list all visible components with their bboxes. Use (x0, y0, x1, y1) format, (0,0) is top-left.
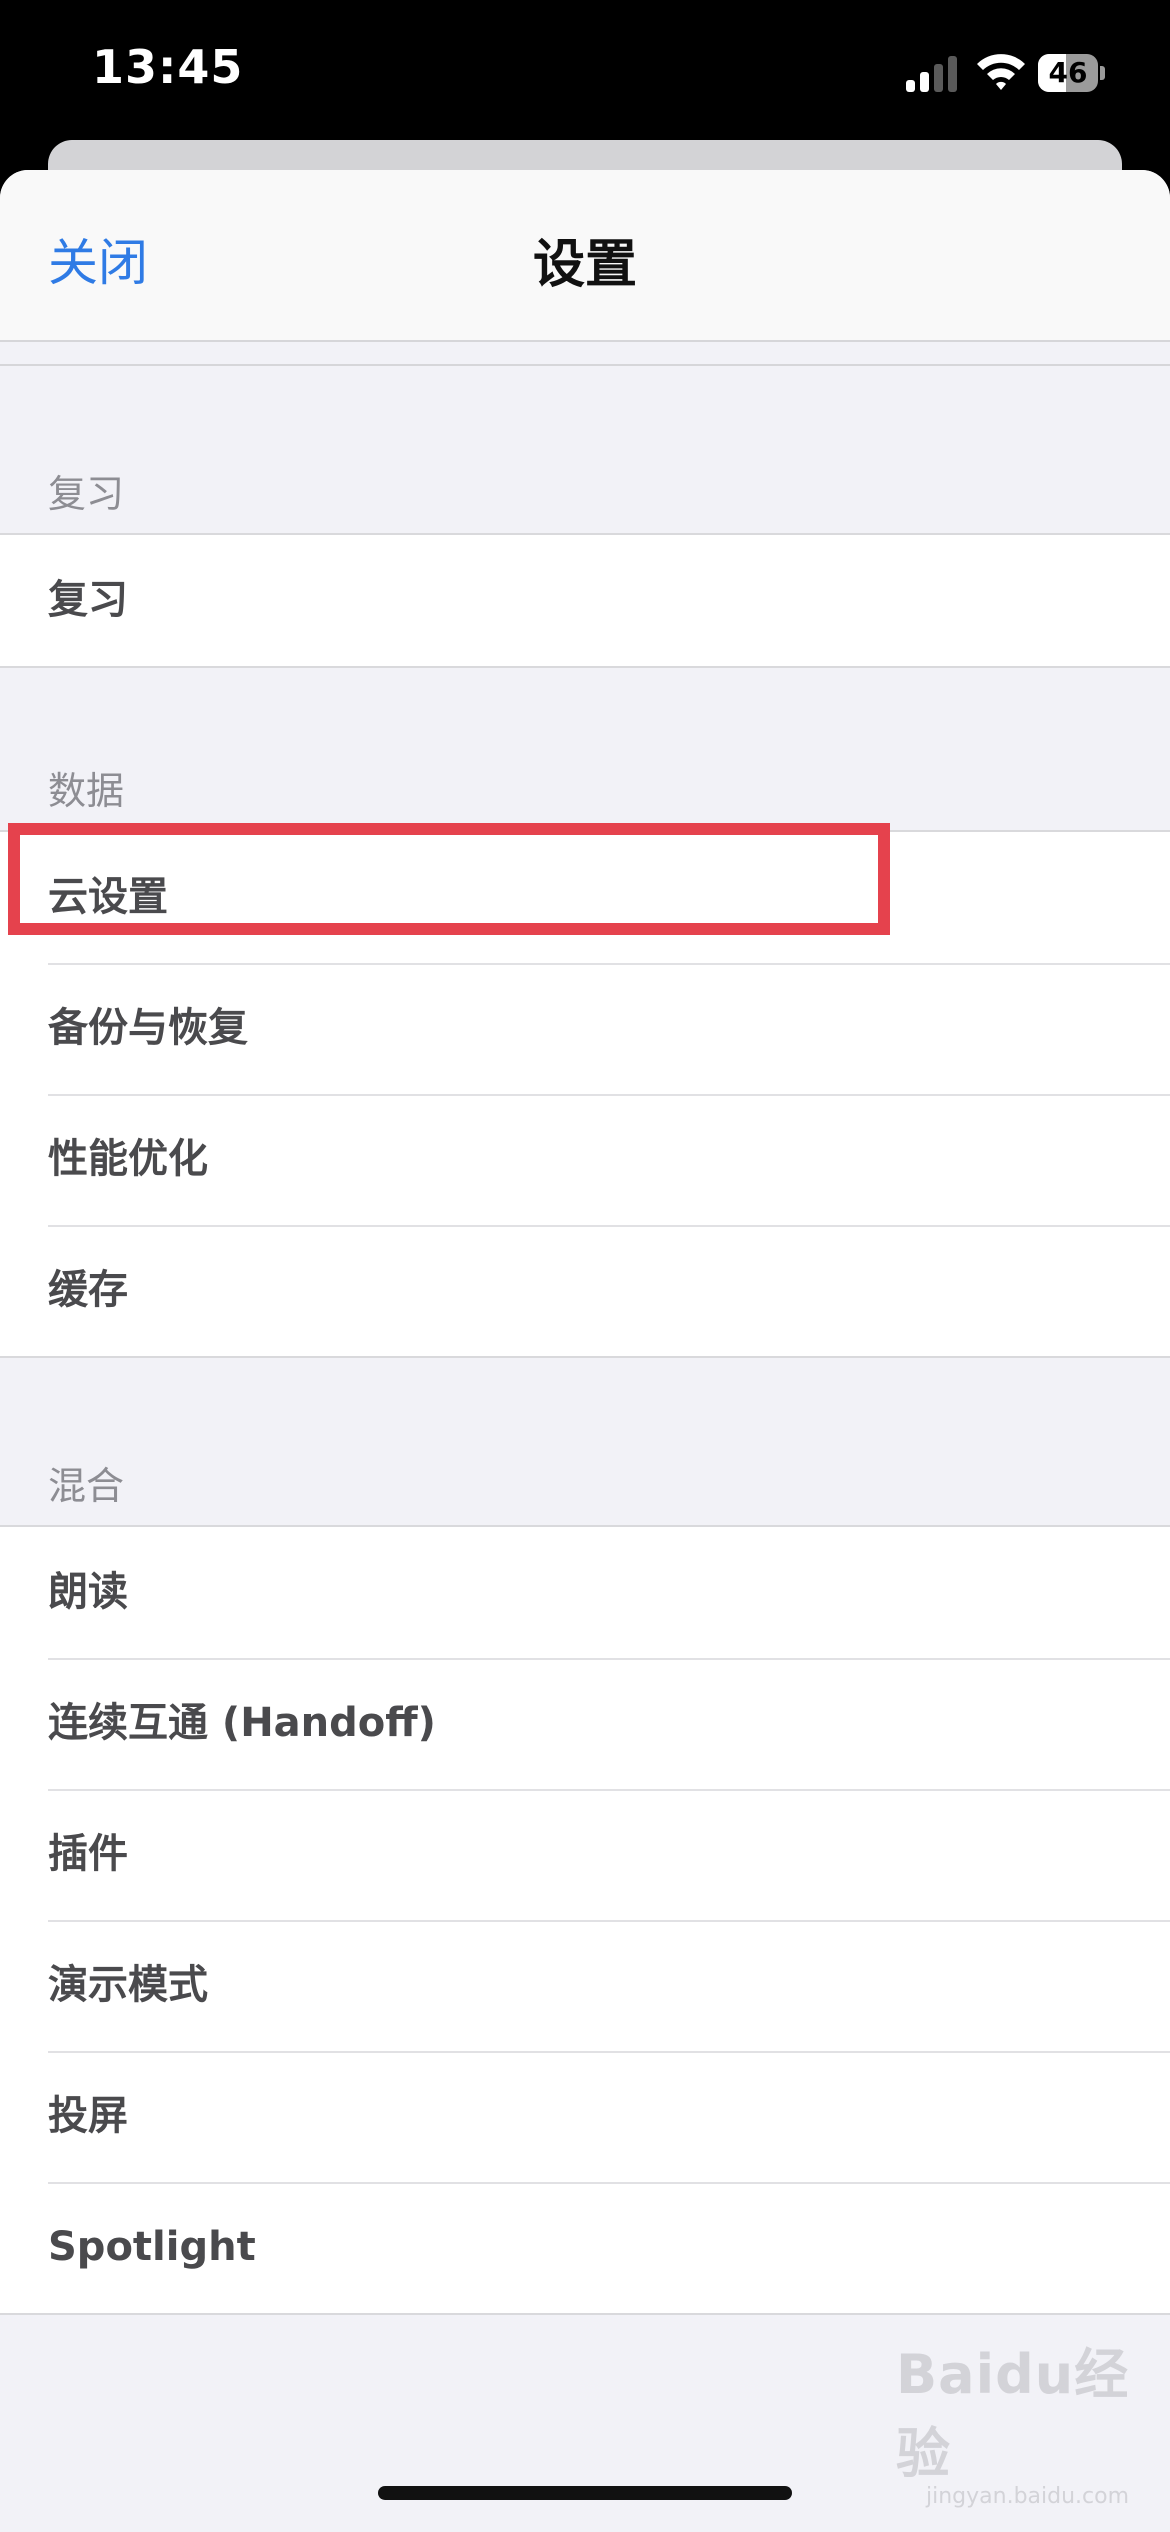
settings-item-label: 缓存 (48, 1267, 128, 1313)
settings-item-label: 连续互通 (Handoff) (48, 1700, 436, 1746)
settings-item-cloud-settings[interactable]: 云设置 (0, 832, 1170, 963)
page-title: 设置 (532, 235, 637, 295)
settings-item-read-aloud[interactable]: 朗读 (0, 1527, 1170, 1658)
settings-item-backup-restore[interactable]: 备份与恢复 (0, 963, 1170, 1094)
settings-item-label: 演示模式 (48, 1962, 208, 2008)
settings-item-label: 朗读 (48, 1569, 128, 1615)
wifi-icon (977, 54, 1025, 90)
settings-item-spotlight[interactable]: Spotlight (0, 2182, 1170, 2313)
settings-item-screen-mirroring[interactable]: 投屏 (0, 2051, 1170, 2182)
settings-item-cache[interactable]: 缓存 (0, 1225, 1170, 1356)
settings-item-handoff[interactable]: 连续互通 (Handoff) (0, 1658, 1170, 1789)
section-header-data: 数据 (48, 769, 125, 813)
settings-item-label: 复习 (48, 577, 128, 623)
review-group: 复习 (0, 533, 1170, 668)
settings-item-performance[interactable]: 性能优化 (0, 1094, 1170, 1225)
navigation-bar: 关闭 设置 (0, 170, 1170, 342)
data-group: 云设置 备份与恢复 性能优化 缓存 (0, 830, 1170, 1358)
settings-item-review[interactable]: 复习 (0, 535, 1170, 666)
status-bar: 13:45 46 (0, 0, 1170, 150)
watermark: Baidu经验 jingyan.baidu.com (896, 2330, 1170, 2509)
cellular-signal-icon (906, 52, 958, 92)
watermark-text: Baidu经验 (896, 2343, 1130, 2485)
settings-item-label: 备份与恢复 (48, 1005, 248, 1051)
settings-item-label: 插件 (48, 1831, 128, 1877)
divider (0, 364, 1170, 366)
settings-item-label: 云设置 (48, 874, 168, 920)
settings-item-label: 投屏 (48, 2093, 128, 2139)
home-indicator[interactable] (378, 2486, 792, 2500)
section-header-mixed: 混合 (48, 1464, 125, 1508)
battery-icon: 46 (1038, 54, 1105, 92)
section-header-review: 复习 (48, 472, 125, 516)
settings-item-label: Spotlight (48, 2224, 256, 2270)
settings-item-plugins[interactable]: 插件 (0, 1789, 1170, 1920)
settings-item-label: 性能优化 (48, 1136, 208, 1182)
settings-sheet: 关闭 设置 复习 复习 数据 云设置 备份与恢复 性能优化 缓存 混合 朗读 连… (0, 170, 1170, 2532)
watermark-subtext: jingyan.baidu.com (926, 2484, 1130, 2509)
battery-percentage: 46 (1048, 56, 1088, 89)
status-time: 13:45 (92, 40, 244, 94)
settings-item-presentation-mode[interactable]: 演示模式 (0, 1920, 1170, 2051)
mixed-group: 朗读 连续互通 (Handoff) 插件 演示模式 投屏 Spotlight (0, 1525, 1170, 2315)
